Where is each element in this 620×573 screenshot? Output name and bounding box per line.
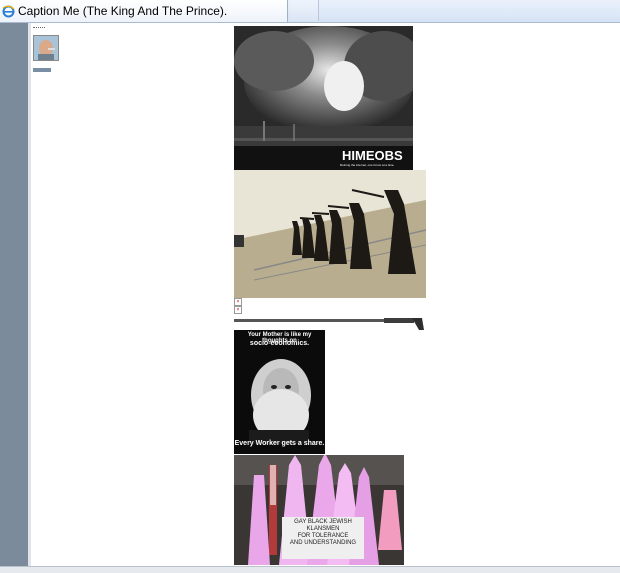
left-sidebar-edge: [28, 23, 31, 567]
left-sidebar-strip: [0, 23, 28, 567]
user-rank-bar: [33, 68, 51, 72]
shooting-range-image: [234, 170, 426, 298]
new-tab-button[interactable]: [290, 0, 319, 21]
pearl-harbor-image: HIMEOBS Ruining the internet, one forum …: [234, 26, 413, 170]
broken-image-icon: ×: [234, 298, 242, 306]
meme-bottom-text: Every Worker gets a share.: [234, 440, 325, 447]
caption-title: HIMEOBS: [342, 148, 403, 163]
tab-title: Caption Me (The King And The Prince).: [18, 4, 228, 18]
browser-tab-bar: Caption Me (The King And The Prince).: [0, 0, 620, 23]
pink-robes-image: GAY BLACK JEWISH KLANSMEN FOR TOLERANCE …: [234, 455, 404, 565]
sign-line: GAY BLACK JEWISH: [294, 519, 352, 525]
sign-line: KLANSMEN: [306, 526, 340, 532]
username-separator: [33, 27, 45, 32]
sign-line: AND UNDERSTANDING: [289, 540, 357, 546]
tab-bar-empty-area: [319, 0, 620, 21]
sign-text: GAY BLACK JEWISH KLANSMEN FOR TOLERANCE …: [282, 519, 364, 547]
ie-browser-icon: [2, 5, 15, 18]
caption-subtitle: Ruining the internet, one forum at a tim…: [340, 163, 395, 167]
sign-line: FOR TOLERANCE: [297, 533, 349, 539]
avatar[interactable]: [33, 35, 59, 61]
active-tab[interactable]: Caption Me (The King And The Prince).: [0, 0, 288, 22]
meme-top-text-2: socio-economics.: [249, 340, 310, 347]
broken-image-icon: ×: [234, 306, 242, 314]
marx-meme-image: Your Mother is like my thoughts on socio…: [234, 330, 325, 454]
